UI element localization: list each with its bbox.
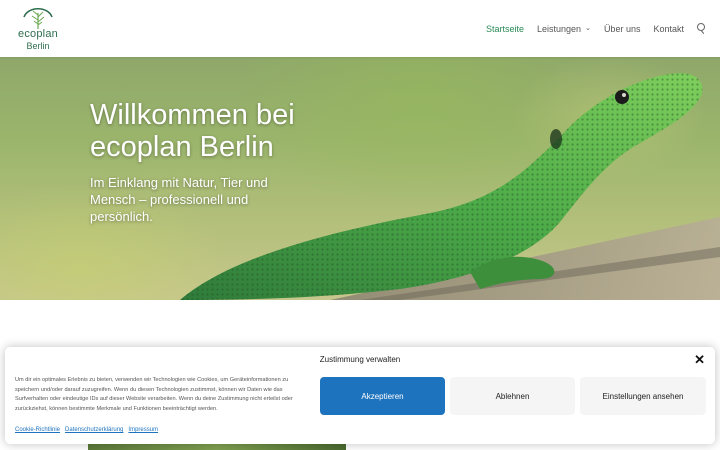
cookie-title: Zustimmung verwalten [319,355,401,364]
privacy-policy-link[interactable]: Datenschutzerklärung [65,427,123,433]
nav-label: Leistungen [537,24,582,34]
hero-title: Willkommen bei ecoplan Berlin [90,99,295,163]
cookie-policy-link[interactable]: Cookie-Richtlinie [15,427,60,433]
hero-banner: Willkommen bei ecoplan Berlin Im Einklan… [0,57,720,300]
hero-subtitle: Im Einklang mit Natur, Tier und Mensch –… [90,175,268,224]
cookie-links: Cookie-Richtlinie Datenschutzerklärung I… [15,427,163,433]
site-logo[interactable]: ecoplan Berlin [18,3,58,53]
site-header: ecoplan Berlin Startseite Leistungen ⌄ Ü… [0,0,720,57]
tree-logo-icon [23,7,53,29]
nav-label: Über uns [603,24,641,34]
chevron-down-icon: ⌄ [585,25,591,32]
logo-wordmark: ecoplan [18,28,58,40]
nav-label: Startseite [485,24,525,34]
nav-item-kontakt[interactable]: Kontakt [653,23,684,35]
imprint-link[interactable]: Impressum [128,427,158,433]
nav-label: Kontakt [653,24,684,34]
cookie-consent-banner: Zustimmung verwalten ✕ Um dir ein optima… [5,347,715,444]
nav-item-ueber-uns[interactable]: Über uns [604,23,641,35]
main-nav: Startseite Leistungen ⌄ Über uns Kontakt [473,23,706,35]
deny-button[interactable]: Ablehnen [450,377,575,415]
accept-button[interactable]: Akzeptieren [320,377,445,415]
preferences-button[interactable]: Einstellungen ansehen [580,377,706,415]
cookie-message: Um dir ein optimales Erlebnis zu bieten,… [15,377,293,413]
search-icon[interactable] [696,23,706,35]
nav-item-leistungen[interactable]: Leistungen ⌄ [537,23,591,35]
nav-item-startseite[interactable]: Startseite [486,23,524,35]
logo-subtitle: Berlin [26,41,50,51]
close-icon[interactable]: ✕ [694,353,705,366]
